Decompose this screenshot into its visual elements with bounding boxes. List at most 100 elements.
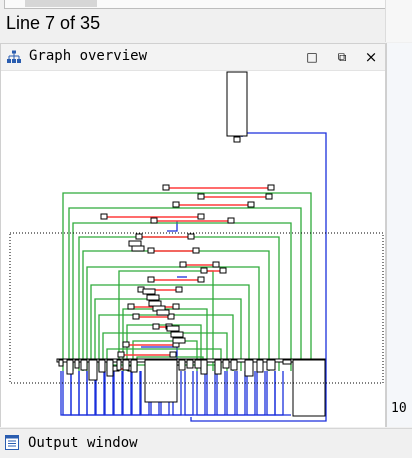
edge-green [62, 192, 312, 371]
edge-green [68, 207, 302, 371]
graph-node [197, 193, 205, 200]
graph-node [230, 359, 238, 371]
graph-node [187, 233, 195, 240]
edge-blue [62, 371, 72, 416]
output-window-label: Output window [28, 435, 138, 451]
edge-blue [104, 371, 114, 416]
graph-node [98, 359, 106, 373]
graph-node [74, 359, 80, 369]
graph-node [117, 351, 125, 358]
graph-node [122, 359, 130, 371]
edge-blue [274, 371, 284, 416]
graph-node [100, 213, 108, 220]
graph-node [233, 136, 241, 143]
graph-node [156, 309, 170, 316]
graph-node [200, 359, 208, 375]
graph-node [212, 261, 220, 268]
graph-node [178, 359, 186, 371]
editor-margin [385, 0, 412, 42]
edge-blue [266, 371, 276, 416]
graph-node [265, 193, 273, 200]
graph-node [144, 359, 178, 403]
graph-node [194, 359, 202, 369]
graph-overview-panel: Graph overview □ ⧉ × [0, 43, 386, 427]
restore-button[interactable]: ⧉ [334, 49, 350, 65]
graph-node-entry [226, 71, 248, 137]
edge-blue [70, 371, 80, 416]
graph-node [127, 303, 135, 310]
line-status: Line 7 of 35 [6, 13, 101, 33]
graph-node [169, 351, 177, 358]
scrollbar-thumb[interactable] [25, 0, 97, 7]
graph-node [170, 331, 184, 338]
graph-node [122, 341, 130, 348]
graph-node [179, 261, 187, 268]
edge-blue [206, 371, 216, 416]
document-icon [5, 435, 19, 450]
graph-node [192, 247, 200, 254]
graph-node [186, 359, 194, 369]
edge-blue [236, 371, 246, 416]
graph-node [135, 233, 143, 240]
graph-node [222, 359, 230, 369]
graph-node [142, 288, 156, 295]
graph-node [266, 359, 276, 371]
output-window-tab[interactable]: Output window [0, 428, 412, 458]
graph-node [256, 359, 264, 373]
graph-node [132, 313, 140, 320]
graph-node [66, 359, 74, 375]
graph-node [130, 359, 138, 373]
graph-node [128, 240, 142, 247]
graph-node [227, 217, 235, 224]
graph-canvas[interactable] [1, 71, 385, 427]
graph-node [197, 213, 205, 220]
graph-node [131, 245, 145, 252]
close-button[interactable]: × [363, 49, 379, 65]
panel-title: Graph overview [29, 48, 148, 64]
editor-side-strip: 10 [386, 43, 412, 427]
graph-node [162, 184, 170, 191]
graph-node [147, 276, 155, 283]
maximize-button[interactable]: □ [304, 49, 320, 65]
graph-hierarchy-icon [7, 50, 21, 63]
edge-blue [226, 371, 236, 416]
graph-node [244, 359, 254, 377]
graph-node [150, 217, 158, 224]
graph-node [267, 184, 275, 191]
editor-header: Line 7 of 35 [0, 0, 412, 42]
graph-node [146, 294, 160, 301]
graph-node [148, 300, 162, 307]
horizontal-scrollbar[interactable] [4, 0, 386, 9]
edge-blue [216, 371, 226, 416]
panel-titlebar[interactable]: Graph overview □ ⧉ × [1, 44, 385, 71]
graph-node [88, 359, 98, 381]
line-number: 10 [391, 401, 407, 416]
graph-node [197, 276, 205, 283]
graph-node [58, 359, 64, 367]
graph-node [152, 323, 160, 330]
edge-blue [122, 371, 132, 416]
edge-blue [196, 371, 206, 416]
edge-blue [246, 371, 256, 416]
graph-node [172, 303, 180, 310]
graph-view[interactable] [1, 71, 385, 427]
graph-node [80, 359, 88, 371]
graph-node-exit [292, 359, 326, 417]
edge-blue [113, 371, 123, 416]
graph-node [172, 337, 186, 344]
graph-node [172, 201, 180, 208]
edge-blue [184, 371, 194, 416]
graph-node [247, 201, 255, 208]
graph-node [219, 267, 227, 274]
graph-node [166, 325, 180, 332]
graph-node [282, 359, 292, 365]
graph-node [147, 247, 155, 254]
graph-node [214, 359, 222, 375]
graph-node [106, 359, 114, 377]
graph-node [175, 286, 183, 293]
edge-blue [131, 371, 141, 416]
edge-blue [78, 371, 88, 416]
graph-node [200, 267, 208, 274]
graph-node [116, 359, 122, 371]
edge-blue [256, 371, 266, 416]
